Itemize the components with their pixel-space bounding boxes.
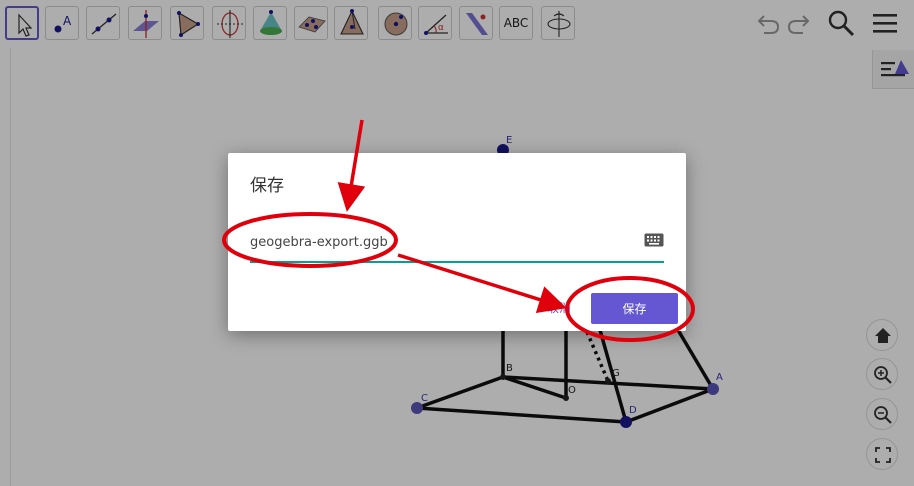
keyboard-icon[interactable]: [644, 233, 664, 247]
filename-field-wrapper: [250, 225, 664, 263]
cancel-button[interactable]: 取消: [534, 293, 584, 321]
save-dialog: 保存 取消 保存: [228, 153, 686, 331]
dialog-title: 保存: [250, 176, 284, 196]
save-button[interactable]: 保存: [591, 293, 678, 324]
filename-input[interactable]: [250, 227, 630, 257]
